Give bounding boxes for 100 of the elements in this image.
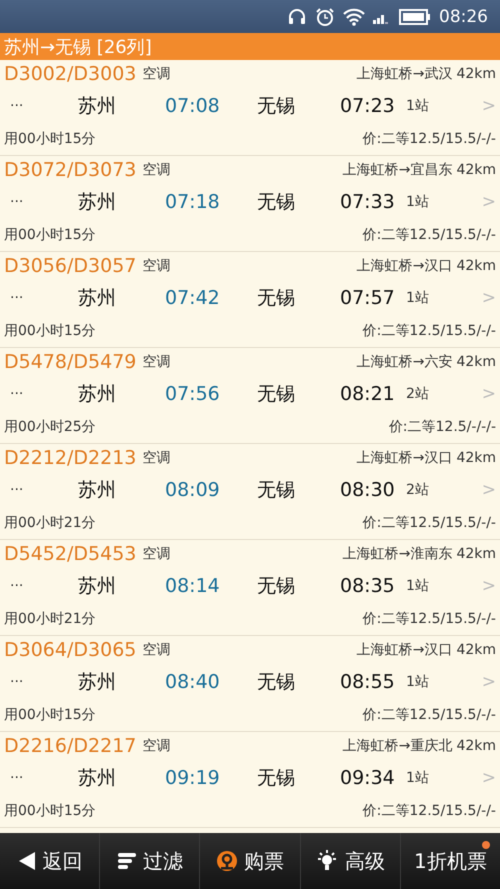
ticket-price: 价:二等12.5/15.5/-/- (362, 706, 496, 724)
chevron-right: > (482, 96, 496, 116)
departure-station: 苏州 (78, 478, 117, 503)
departure-time: 08:14 (165, 575, 221, 597)
arrival-station: 无锡 (257, 382, 296, 407)
ticket-price: 价:二等12.5/15.5/-/- (362, 802, 496, 820)
arrival-time: 08:35 (340, 575, 396, 597)
more-dots: ··· (9, 194, 24, 210)
arrival-station: 无锡 (257, 670, 296, 695)
chevron-right: > (482, 672, 496, 692)
train-route: 上海虹桥→汉口 (356, 257, 452, 275)
ticket-price: 价:二等12.5/15.5/-/- (362, 322, 496, 340)
toolbar-button[interactable]: 返回 (0, 833, 100, 889)
arrival-time: 09:34 (340, 767, 396, 789)
arrival-time: 07:23 (340, 95, 396, 117)
arrival-station: 无锡 (257, 574, 296, 599)
departure-station: 苏州 (78, 382, 117, 407)
ticket-price: 价:二等12.5/15.5/-/- (362, 130, 496, 148)
train-number: D5452/D5453 (4, 543, 136, 565)
train-route: 上海虹桥→武汉 (356, 65, 452, 83)
toolbar-button[interactable]: 购票 (200, 833, 301, 889)
train-number: D3064/D3065 (4, 639, 136, 661)
stop-count: 1站 (406, 673, 429, 691)
train-type: 空调 (142, 353, 170, 371)
train-type: 空调 (142, 545, 170, 563)
stop-count: 1站 (406, 577, 429, 595)
train-number: D3002/D3003 (4, 63, 136, 85)
departure-station: 苏州 (78, 766, 117, 791)
headphones-icon (287, 6, 307, 26)
arrival-station: 无锡 (257, 478, 296, 503)
travel-duration: 用00小时15分 (4, 130, 96, 148)
travel-duration: 用00小时15分 (4, 802, 96, 820)
train-type: 空调 (142, 449, 170, 467)
train-route: 上海虹桥→重庆北 (342, 737, 452, 755)
departure-station: 苏州 (78, 574, 117, 599)
train-number: D3072/D3073 (4, 159, 136, 181)
departure-time: 08:40 (165, 671, 221, 693)
train-route: 上海虹桥→宜昌东 (342, 161, 452, 179)
train-number: D2216/D2217 (4, 735, 136, 757)
train-number: D3056/D3057 (4, 255, 136, 277)
stop-count: 1站 (406, 193, 429, 211)
train-list-item[interactable]: D3056/D3057 空调 上海虹桥→汉口 42km ··· 苏州 07:42 无锡 07:57 1站 > 用00小时15分 价:二等12.5/15.5/-/- (0, 252, 500, 348)
chevron-right: > (482, 288, 496, 308)
distance: 42km (456, 450, 496, 466)
train-number: D2212/D2213 (4, 447, 136, 469)
train-list-item[interactable]: D3064/D3065 空调 上海虹桥→汉口 42km ··· 苏州 08:40 无锡 08:55 1站 > 用00小时15分 价:二等12.5/15.5/-/- (0, 636, 500, 732)
travel-duration: 用00小时21分 (4, 514, 96, 532)
alarm-clock-icon (315, 6, 335, 26)
train-list-item[interactable]: D5452/D5453 空调 上海虹桥→淮南东 42km ··· 苏州 08:14 无锡 08:35 1站 > 用00小时21分 价:二等12.5/15.5/-/- (0, 540, 500, 636)
departure-station: 苏州 (78, 190, 117, 215)
arrival-time: 07:33 (340, 191, 396, 213)
departure-time: 07:18 (165, 191, 221, 213)
departure-time: 07:08 (165, 95, 221, 117)
arrival-time: 08:55 (340, 671, 396, 693)
travel-duration: 用00小时21分 (4, 610, 96, 628)
travel-duration: 用00小时15分 (4, 322, 96, 340)
ticket-price: 价:二等12.5/-/-/- (388, 418, 496, 436)
stop-count: 2站 (406, 481, 429, 499)
ticket-price: 价:二等12.5/15.5/-/- (362, 610, 496, 628)
more-dots: ··· (9, 770, 24, 786)
arrival-station: 无锡 (257, 766, 296, 791)
departure-time: 07:42 (165, 287, 221, 309)
ticket-price: 价:二等12.5/15.5/-/- (362, 514, 496, 532)
filter-icon (116, 851, 137, 871)
toolbar-button[interactable]: 1折机票 (400, 833, 500, 889)
chevron-right: > (482, 768, 496, 788)
stop-count: 1站 (406, 769, 429, 787)
departure-time: 07:56 (165, 383, 221, 405)
chevron-right: > (482, 480, 496, 500)
train-list-item[interactable]: D3072/D3073 空调 上海虹桥→宜昌东 42km ··· 苏州 07:18 无锡 07:33 1站 > 用00小时15分 价:二等12.5/15.5/-/- (0, 156, 500, 252)
distance: 42km (456, 546, 496, 562)
clock-time: 08:26 (439, 6, 488, 26)
chevron-right: > (482, 576, 496, 596)
distance: 42km (456, 642, 496, 658)
train-list-item[interactable]: D5478/D5479 空调 上海虹桥→六安 42km ··· 苏州 07:56 无锡 08:21 2站 > 用00小时25分 价:二等12.5/-/-/- (0, 348, 500, 444)
distance: 42km (456, 738, 496, 754)
arrival-time: 08:30 (340, 479, 396, 501)
distance: 42km (456, 258, 496, 274)
train-list-item[interactable]: D2212/D2213 空调 上海虹桥→汉口 42km ··· 苏州 08:09 无锡 08:30 2站 > 用00小时21分 价:二等12.5/15.5/-/- (0, 444, 500, 540)
train-list-item[interactable]: D3002/D3003 空调 上海虹桥→武汉 42km ··· 苏州 07:08 无锡 07:23 1站 > 用00小时15分 价:二等12.5/15.5/-/- (0, 60, 500, 156)
train-type: 空调 (142, 161, 170, 179)
arrival-station: 无锡 (257, 94, 296, 119)
train-list-item[interactable]: D2216/D2217 空调 上海虹桥→重庆北 42km ··· 苏州 09:19 无锡 09:34 1站 > 用00小时15分 价:二等12.5/15.5/-/- (0, 732, 500, 828)
train-number: D5478/D5479 (4, 351, 136, 373)
arrival-station: 无锡 (257, 286, 296, 311)
travel-duration: 用00小时15分 (4, 706, 96, 724)
departure-time: 08:09 (165, 479, 221, 501)
toolbar-button[interactable]: 高级 (300, 833, 401, 889)
more-dots: ··· (9, 674, 24, 690)
departure-station: 苏州 (78, 670, 117, 695)
distance: 42km (456, 354, 496, 370)
chevron-right: > (482, 192, 496, 212)
train-route: 上海虹桥→汉口 (356, 449, 452, 467)
chevron-right: > (482, 384, 496, 404)
more-dots: ··· (9, 578, 24, 594)
travel-duration: 用00小时25分 (4, 418, 96, 436)
train-type: 空调 (142, 737, 170, 755)
travel-duration: 用00小时15分 (4, 226, 96, 244)
toolbar-button[interactable]: 过滤 (100, 833, 200, 889)
arrival-time: 08:21 (340, 383, 396, 405)
